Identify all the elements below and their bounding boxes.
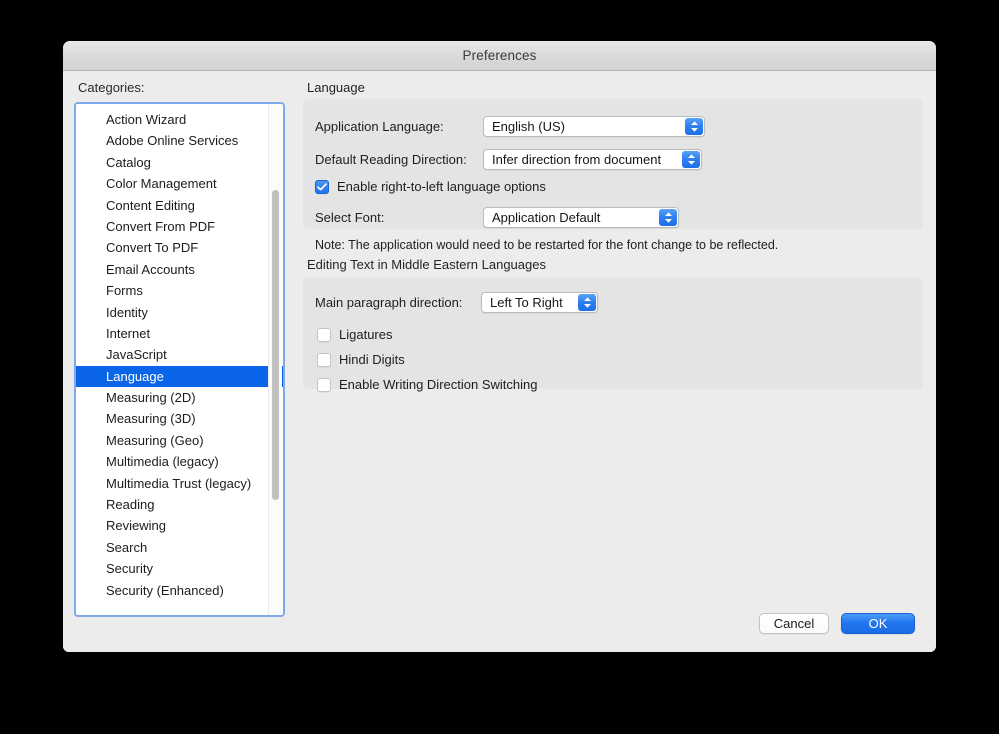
- hindi-digits-label: Hindi Digits: [339, 352, 405, 367]
- default-reading-direction-value: Infer direction from document: [492, 152, 662, 167]
- sidebar-item[interactable]: Forms: [76, 280, 283, 301]
- categories-list[interactable]: Action Wizard Adobe Online Services Catalo…: [74, 102, 285, 617]
- chevron-updown-icon[interactable]: [659, 209, 677, 226]
- sidebar-item[interactable]: Internet: [76, 323, 283, 344]
- ligatures-row[interactable]: Ligatures: [317, 327, 392, 342]
- sidebar-item[interactable]: Convert To PDF: [76, 237, 283, 258]
- enable-rtl-checkbox[interactable]: [315, 179, 329, 194]
- sidebar-item[interactable]: JavaScript: [76, 344, 283, 365]
- window-body: Categories: Action Wizard Adobe Online Se…: [63, 71, 936, 652]
- writing-direction-switching-label: Enable Writing Direction Switching: [339, 377, 538, 392]
- ligatures-label: Ligatures: [339, 327, 393, 342]
- font-restart-note: Note: The application would need to be r…: [315, 238, 779, 252]
- sidebar-item[interactable]: Action Wizard: [76, 109, 283, 130]
- sidebar-item[interactable]: Reading: [76, 494, 283, 515]
- language-group-title: Language: [307, 80, 365, 95]
- sidebar-item[interactable]: Language: [76, 365, 283, 388]
- language-panel: Application Language: English (US) Defau…: [303, 99, 923, 252]
- categories-scrollbar[interactable]: [268, 104, 282, 615]
- enable-rtl-row[interactable]: Enable right-to-left language options: [315, 179, 546, 194]
- sidebar-item[interactable]: Multimedia Trust (legacy): [76, 473, 283, 494]
- select-font-value: Application Default: [492, 210, 601, 225]
- application-language-select[interactable]: English (US): [483, 116, 705, 137]
- chevron-updown-icon[interactable]: [685, 118, 703, 135]
- categories-list-items[interactable]: Action Wizard Adobe Online Services Catalo…: [76, 104, 283, 615]
- categories-scrollbar-thumb[interactable]: [272, 190, 279, 500]
- sidebar-item[interactable]: Measuring (2D): [76, 387, 283, 408]
- select-font-label: Select Font:: [315, 210, 385, 225]
- sidebar-item[interactable]: Multimedia (legacy): [76, 451, 283, 472]
- hindi-digits-row[interactable]: Hindi Digits: [317, 352, 405, 367]
- main-paragraph-direction-select[interactable]: Left To Right: [481, 292, 598, 313]
- application-language-label: Application Language:: [315, 119, 444, 134]
- sidebar-item[interactable]: Email Accounts: [76, 259, 283, 280]
- sidebar-item[interactable]: Search: [76, 537, 283, 558]
- sidebar-item[interactable]: Security: [76, 558, 283, 579]
- main-paragraph-direction-label: Main paragraph direction:: [315, 295, 463, 310]
- sidebar-item[interactable]: Color Management: [76, 173, 283, 194]
- sidebar-item[interactable]: Adobe Online Services: [76, 130, 283, 151]
- application-language-value: English (US): [492, 119, 565, 134]
- default-reading-direction-label: Default Reading Direction:: [315, 152, 467, 167]
- categories-label: Categories:: [78, 80, 145, 95]
- cancel-button[interactable]: Cancel: [759, 613, 829, 634]
- editing-panel: Main paragraph direction: Left To Right …: [303, 277, 923, 392]
- sidebar-item[interactable]: Convert From PDF: [76, 216, 283, 237]
- application-language-row: Application Language: English (US): [315, 116, 705, 137]
- sidebar-item[interactable]: Reviewing: [76, 515, 283, 536]
- default-reading-direction-select[interactable]: Infer direction from document: [483, 149, 702, 170]
- checkmark-icon: [317, 182, 327, 190]
- select-font-row: Select Font: Application Default: [315, 207, 679, 228]
- preferences-content: Language Application Language: English (…: [297, 71, 936, 652]
- sidebar-item[interactable]: Security (Enhanced): [76, 580, 283, 601]
- select-font-select[interactable]: Application Default: [483, 207, 679, 228]
- window-titlebar[interactable]: Preferences: [63, 41, 936, 71]
- sidebar-item[interactable]: Identity: [76, 302, 283, 323]
- sidebar-item[interactable]: Measuring (3D): [76, 408, 283, 429]
- preferences-window: Preferences Categories: Action Wizard Ado…: [63, 41, 936, 652]
- writing-direction-switching-row[interactable]: Enable Writing Direction Switching: [317, 377, 537, 392]
- enable-rtl-label: Enable right-to-left language options: [337, 179, 546, 194]
- sidebar-item[interactable]: Measuring (Geo): [76, 430, 283, 451]
- default-reading-direction-row: Default Reading Direction: Infer directi…: [315, 149, 702, 170]
- ok-button[interactable]: OK: [841, 613, 915, 634]
- main-paragraph-direction-value: Left To Right: [490, 295, 563, 310]
- main-paragraph-direction-row: Main paragraph direction: Left To Right: [315, 292, 598, 313]
- sidebar-item[interactable]: Catalog: [76, 152, 283, 173]
- chevron-updown-icon[interactable]: [578, 294, 596, 311]
- sidebar-item[interactable]: Content Editing: [76, 195, 283, 216]
- hindi-digits-checkbox[interactable]: [317, 352, 331, 367]
- editing-group-title: Editing Text in Middle Eastern Languages: [307, 257, 546, 272]
- chevron-updown-icon[interactable]: [682, 151, 700, 168]
- ligatures-checkbox[interactable]: [317, 327, 331, 342]
- window-title: Preferences: [462, 48, 537, 63]
- writing-direction-switching-checkbox[interactable]: [317, 377, 331, 392]
